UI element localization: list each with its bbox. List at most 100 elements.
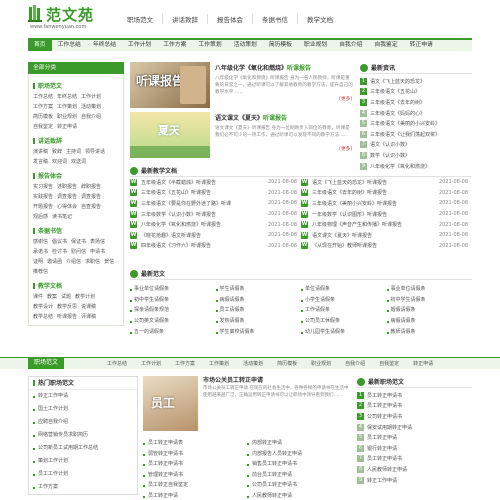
fanwen-link[interactable]: 初中学生请假条 <box>130 295 216 306</box>
doc-title[interactable]: 四年级语文《习作六》听课报告 <box>141 242 211 249</box>
bottom-featured-image[interactable]: 员工 <box>143 376 198 431</box>
category-link[interactable]: 实习报告 <box>33 182 53 192</box>
category-link[interactable]: 自我介绍 <box>81 112 101 122</box>
featured-item[interactable]: 听课报告 八年级化学《氧化和燃烧》听课报告 八年级化学《氧化和燃烧》听课报告 身… <box>130 62 354 108</box>
category-link[interactable]: 教学设计 <box>33 302 53 312</box>
doc-title[interactable]: 五年级语文《半截蜡烛》听课报告 <box>141 179 216 186</box>
category-link[interactable]: 欢迎词 <box>52 157 67 167</box>
doc-row[interactable]: W 三年级语文《五花山》听课报告 2021-08-08 <box>130 188 301 199</box>
doc-row[interactable]: W 语文《飞上蓝天的恐龙》听课报告 2021-08-08 <box>301 177 472 188</box>
doc-title[interactable]: 三年级数学《认识小数》听课报告 <box>141 211 216 218</box>
doc-row[interactable]: W 三年级语文《要是你在野外迷了路》听课 2021-08-08 <box>130 198 301 209</box>
category-link[interactable]: 教学总结 <box>33 312 53 322</box>
doc-title[interactable]: 三年级语文《五花山》听课报告 <box>141 189 211 196</box>
fanwen-link[interactable]: 初中学生请假条 <box>386 295 473 306</box>
newest-fanwen-item[interactable]: 3 公司转正申请书 <box>357 411 472 422</box>
category-title-text[interactable]: 条据书信 <box>38 226 62 235</box>
featured-title[interactable]: 八年级化学《氧化和燃烧》 <box>215 65 287 72</box>
newest-item[interactable]: 6 三年级语文《让我们荡起双桨》 <box>360 129 472 140</box>
band-link[interactable]: 职业规划 <box>304 360 338 367</box>
doc-row[interactable]: W 三年级语文《去年的树》听课报告 2021-08-08 <box>301 188 472 199</box>
main-nav-item[interactable]: 工作计划 <box>122 40 157 51</box>
doc-row[interactable]: W 《从现在开始》教师听课报告 2021-08-08 <box>301 241 472 252</box>
category-link[interactable]: 致辞 <box>52 147 62 157</box>
newest-fanwen-item[interactable]: 2 员工转正申请书 <box>357 401 472 412</box>
band-link[interactable]: 简历模板 <box>270 360 304 367</box>
main-nav-item[interactable]: 工作策划 <box>192 40 227 51</box>
band-link[interactable]: 自我介绍 <box>338 360 372 367</box>
main-nav-item[interactable]: 自我介绍 <box>333 40 368 51</box>
fanwen-link[interactable]: 小学生请假条 <box>301 295 387 306</box>
newest-item-title[interactable]: 三年级语文《五花山》 <box>370 88 420 95</box>
top-nav-item[interactable]: 讲话致辞 <box>162 14 207 24</box>
category-title[interactable]: 报告体会 <box>33 171 119 180</box>
newest-fanwen-title[interactable]: 银行转正申请 <box>367 445 397 452</box>
fanwen-link[interactable]: 幼儿园学生请假条 <box>301 327 387 338</box>
fanwen-link[interactable]: 病假请假条 <box>386 316 473 327</box>
bottom-list-link[interactable]: 人民教师转正申请 <box>247 491 351 500</box>
doc-row[interactable]: W 八年级化学《氧化和燃烧》听课报告 2021-08-08 <box>130 219 301 230</box>
category-title[interactable]: 讲话致辞 <box>33 136 119 145</box>
newest-fanwen-title[interactable]: 人民教师转正申请 <box>367 466 407 473</box>
fanwen-link[interactable]: 工作请假条 <box>301 305 387 316</box>
more-link[interactable]: [更多] <box>339 96 352 102</box>
doc-title[interactable]: 三年级语文《美丽小兴安岭》听课报告 <box>312 200 397 207</box>
fanwen-link[interactable]: 学生请假条 <box>215 284 302 295</box>
category-link[interactable]: 实践报告 <box>33 192 53 202</box>
doc-row[interactable]: W 四年级语文《习作六》听课报告 2021-08-08 <box>130 241 301 252</box>
category-link[interactable]: 评课稿 <box>81 312 96 322</box>
featured-item[interactable]: 夏天 语文课文《夏天》听课报告 语文课文《夏天》听课报告 身为一位刚刚步入岗位的… <box>130 112 354 158</box>
fanwen-link[interactable]: 婚假请假条 <box>386 305 473 316</box>
doc-title[interactable]: 语文课文《夏天》听课报告 <box>312 232 372 239</box>
band-link[interactable]: 活动策划 <box>236 360 270 367</box>
more-link[interactable]: [更多] <box>339 146 352 152</box>
category-link[interactable]: 演讲稿 <box>33 147 48 157</box>
newest-item[interactable]: 3 三年级语文《去年的树》 <box>360 97 472 108</box>
hot-list-item[interactable]: 国土工作计划 <box>29 403 137 416</box>
band-link[interactable]: 工作策划 <box>202 360 236 367</box>
fanwen-link[interactable]: 病假请假条 <box>215 295 302 306</box>
doc-title[interactable]: 三年级语文《要是你在野外迷了路》听课 <box>141 200 231 207</box>
category-link[interactable]: 工作策划 <box>57 102 77 112</box>
fanwen-link[interactable]: 公司员工休假条 <box>301 316 387 327</box>
category-link[interactable]: 教案 <box>47 292 57 302</box>
doc-title[interactable]: 八年级物理《声音产生和传播》听课报告 <box>312 221 402 228</box>
category-link[interactable]: 工作总结 <box>33 92 53 102</box>
category-link[interactable]: 辞职报告 <box>81 182 101 192</box>
category-link[interactable]: 倡议书 <box>52 237 67 247</box>
doc-title[interactable]: 《从现在开始》教师听课报告 <box>312 242 377 249</box>
category-link[interactable]: 教学计划 <box>75 292 95 302</box>
newest-fanwen-item[interactable]: 1 员工转正申请书 <box>357 390 472 401</box>
bottom-list-link[interactable]: 内部转正申请 <box>247 438 351 449</box>
fanwen-link[interactable]: 公司英文请假条 <box>130 316 216 327</box>
featured-title[interactable]: 语文课文《夏天》 <box>215 115 263 122</box>
doc-title[interactable]: 语文《飞上蓝天的恐龙》听课报告 <box>312 179 387 186</box>
category-title-text[interactable]: 职场范文 <box>38 81 62 90</box>
newest-item[interactable]: 8 数学《认识小数》 <box>360 150 472 161</box>
band-link[interactable]: 自我鉴定 <box>372 360 406 367</box>
newest-item-title[interactable]: 数学《认识小数》 <box>370 152 410 159</box>
doc-row[interactable]: W 语文课文《夏天》听课报告 2021-08-08 <box>301 230 472 241</box>
featured-image-summer[interactable]: 夏天 <box>130 112 210 158</box>
top-nav-item[interactable]: 报告体会 <box>207 14 252 24</box>
newest-fanwen-item[interactable]: 5 员工转正申请 <box>357 432 472 443</box>
category-link[interactable]: 观后感 <box>33 212 48 222</box>
bottom-featured-title[interactable]: 市场公关员工转正申请 <box>203 376 351 385</box>
category-link[interactable]: 申请书 <box>90 247 105 257</box>
category-link[interactable]: 慰问信 <box>71 247 86 257</box>
fanwen-link[interactable]: 事业单位请假条 <box>130 284 216 295</box>
site-logo[interactable]: 范文苑 <box>28 4 94 25</box>
hot-list-item[interactable]: 公司新员工试用期工作总结 <box>29 442 137 455</box>
top-nav-item[interactable]: 条据书信 <box>252 14 297 24</box>
main-nav-item[interactable]: 简历模板 <box>263 40 298 51</box>
newest-item-title[interactable]: 三年级语文《去年的树》 <box>370 99 425 106</box>
category-link[interactable]: 听课报告 <box>57 312 77 322</box>
doc-row[interactable]: W 三年级数学《认识小数》听课报告 2021-08-08 <box>130 209 301 220</box>
category-link[interactable]: 转正申请 <box>57 122 77 132</box>
category-link[interactable]: 活动策划 <box>81 102 101 112</box>
category-title-text[interactable]: 报告体会 <box>38 171 62 180</box>
doc-title[interactable]: 一年级数学《认识图形》听课报告 <box>312 211 387 218</box>
category-link[interactable]: 教学反思 <box>57 302 77 312</box>
category-link[interactable]: 推荐信 <box>33 267 48 277</box>
doc-row[interactable]: W 三年级语文《美丽小兴安岭》听课报告 2021-08-08 <box>301 198 472 209</box>
